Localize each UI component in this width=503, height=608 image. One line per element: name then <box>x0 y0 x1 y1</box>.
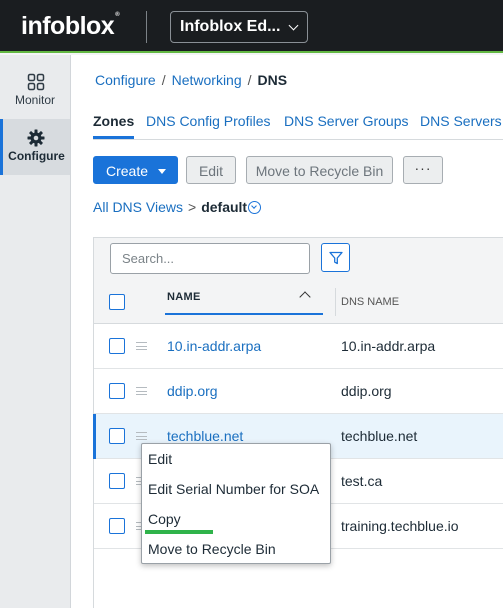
infoblox-logo[interactable]: infoblox® <box>21 12 120 41</box>
drag-handle-icon[interactable] <box>136 432 147 440</box>
sort-ascending-icon[interactable] <box>299 291 311 303</box>
menu-item-edit[interactable]: Edit <box>148 451 172 467</box>
sidebar-item-configure[interactable]: Configure <box>0 119 70 175</box>
row-checkbox[interactable] <box>109 473 125 489</box>
more-actions-button[interactable]: ··· <box>403 156 443 184</box>
sidebar: Monitor Configure <box>0 55 71 608</box>
create-button[interactable]: Create <box>93 156 178 184</box>
dns-name-cell: test.ca <box>341 473 383 489</box>
menu-item-copy[interactable]: Copy <box>148 511 181 527</box>
dns-view-selector: All DNS Views > default <box>93 199 262 215</box>
row-context-menu: Edit Edit Serial Number for SOA Copy Mov… <box>141 443 331 564</box>
chevron-down-icon <box>288 20 299 31</box>
caret-down-icon <box>158 169 166 174</box>
dns-name-cell: ddip.org <box>341 383 392 399</box>
table-row[interactable]: ddip.org ddip.org <box>94 369 503 414</box>
dns-name-cell: techblue.net <box>341 428 418 444</box>
menu-item-edit-serial-number[interactable]: Edit Serial Number for SOA <box>148 481 319 497</box>
table-row[interactable]: 10.in-addr.arpa 10.in-addr.arpa <box>94 324 503 369</box>
dns-name-cell: 10.in-addr.arpa <box>341 338 436 354</box>
views-separator: > <box>188 199 197 215</box>
row-checkbox[interactable] <box>109 428 125 444</box>
tab-dns-servers[interactable]: DNS Servers <box>420 113 502 129</box>
tab-dns-config-profiles[interactable]: DNS Config Profiles <box>146 113 271 129</box>
logo-text: infoblox <box>21 12 115 40</box>
all-dns-views-link[interactable]: All DNS Views <box>93 199 183 215</box>
logo-trademark: ® <box>115 12 120 18</box>
tab-dns-server-groups[interactable]: DNS Server Groups <box>284 113 408 129</box>
column-header-dns-name[interactable]: DNS NAME <box>341 296 399 308</box>
row-checkbox[interactable] <box>109 338 125 354</box>
sidebar-item-monitor[interactable]: Monitor <box>0 63 70 119</box>
grid-header: Search... NAME DNS NAME <box>94 238 503 324</box>
drag-handle-icon[interactable] <box>136 342 147 350</box>
select-all-checkbox[interactable] <box>109 294 125 310</box>
create-button-label: Create <box>106 163 149 179</box>
breadcrumb-separator: / <box>247 72 252 88</box>
drag-handle-icon[interactable] <box>136 387 147 395</box>
product-select[interactable]: Infoblox Ed... <box>170 11 308 43</box>
dns-name-cell: training.techblue.io <box>341 518 459 534</box>
breadcrumb-separator: / <box>161 72 166 88</box>
column-header-name[interactable]: NAME <box>167 291 201 303</box>
zone-name-link[interactable]: 10.in-addr.arpa <box>167 338 261 354</box>
top-bar: infoblox® Infoblox Ed... <box>0 0 503 53</box>
breadcrumb-configure[interactable]: Configure <box>95 72 156 88</box>
tabs-divider <box>93 139 503 140</box>
row-checkbox[interactable] <box>109 518 125 534</box>
row-checkbox[interactable] <box>109 383 125 399</box>
breadcrumb-networking[interactable]: Networking <box>172 72 242 88</box>
current-view: default <box>201 199 248 215</box>
column-divider[interactable] <box>335 288 336 316</box>
header-divider <box>146 11 147 43</box>
breadcrumb: Configure / Networking / DNS <box>95 72 287 88</box>
breadcrumb-dns: DNS <box>257 72 288 88</box>
menu-item-move-to-recycle-bin[interactable]: Move to Recycle Bin <box>148 541 276 557</box>
sidebar-item-label: Configure <box>8 149 65 163</box>
zone-name-link[interactable]: techblue.net <box>167 428 243 444</box>
search-input[interactable]: Search... <box>110 243 310 274</box>
gear-icon <box>27 129 45 147</box>
product-select-value: Infoblox Ed... <box>180 18 281 35</box>
grid-icon <box>27 73 45 91</box>
header-accent-line <box>0 51 503 53</box>
filter-button[interactable] <box>321 243 350 272</box>
move-to-recycle-bin-button[interactable]: Move to Recycle Bin <box>246 156 393 184</box>
active-column-indicator <box>165 313 323 315</box>
zone-name-link[interactable]: ddip.org <box>167 383 218 399</box>
edit-button[interactable]: Edit <box>186 156 236 184</box>
copy-highlight-underline <box>145 530 213 534</box>
filter-icon <box>329 251 343 265</box>
sidebar-item-label: Monitor <box>14 93 55 107</box>
tab-zones[interactable]: Zones <box>93 113 135 139</box>
view-dropdown-icon[interactable] <box>248 201 262 214</box>
